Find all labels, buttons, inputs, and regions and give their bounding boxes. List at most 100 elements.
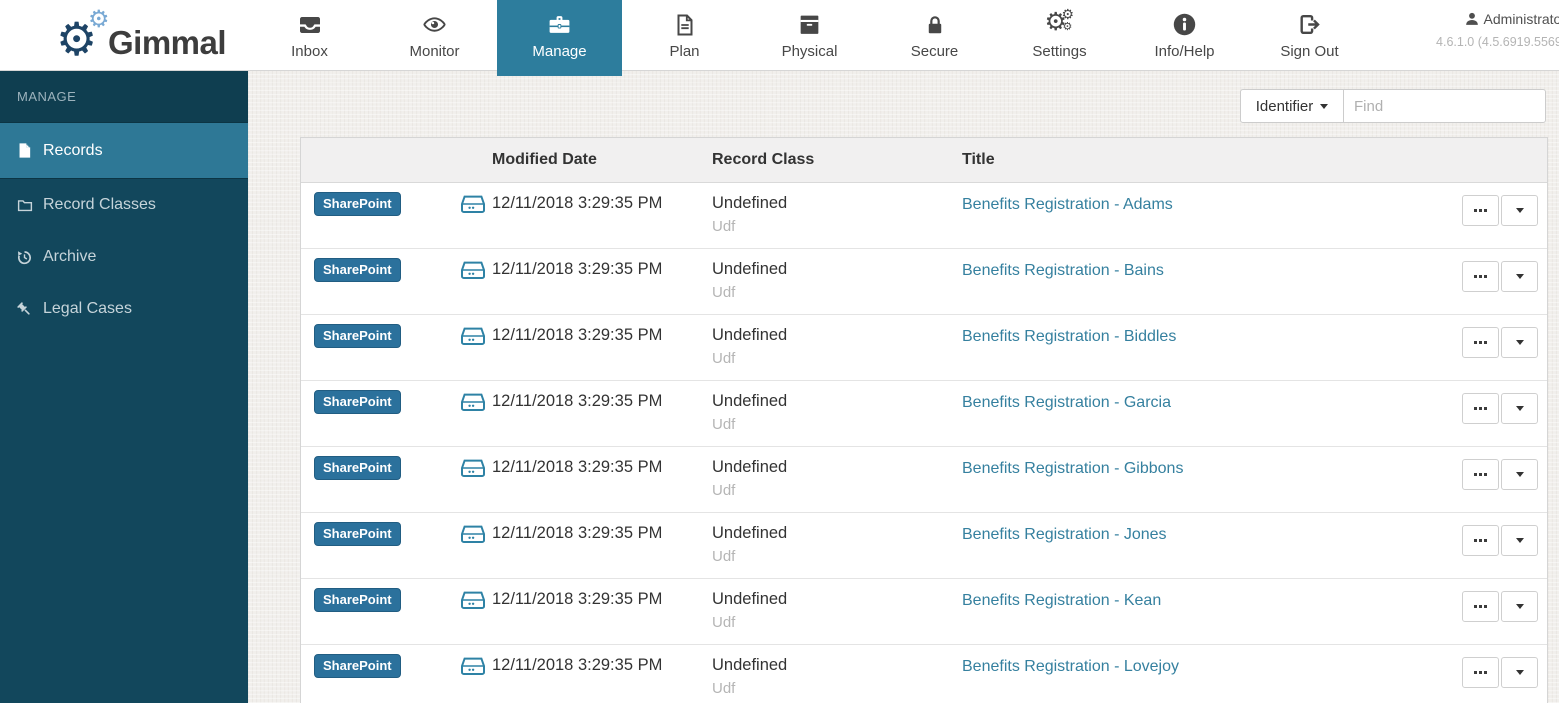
folder-icon [15, 197, 34, 214]
caret-down-icon [1515, 472, 1524, 477]
record-title-link[interactable]: Benefits Registration - Bains [962, 262, 1164, 280]
ellipsis-icon [1474, 671, 1487, 674]
row-dropdown-button[interactable] [1501, 327, 1538, 358]
row-actions [1462, 327, 1538, 358]
record-title-link[interactable]: Benefits Registration - Jones [962, 526, 1167, 544]
ellipsis-icon [1474, 275, 1487, 278]
lock-icon [924, 11, 946, 38]
nav-tab-settings[interactable]: ⚙ ⚙ ⚙ Settings [997, 0, 1122, 71]
nav-tab-label: Physical [781, 43, 838, 60]
table-row: SharePoint 12/11/2018 3:29:35 PM Undefin… [301, 513, 1547, 579]
record-class-code: Udf [712, 350, 736, 367]
caret-down-icon [1515, 406, 1524, 411]
record-title-link[interactable]: Benefits Registration - Garcia [962, 394, 1171, 412]
user-name-label: Administrator [1483, 11, 1559, 27]
row-more-button[interactable] [1462, 525, 1499, 556]
nav-tab-sign-out[interactable]: Sign Out [1247, 0, 1372, 71]
row-dropdown-button[interactable] [1501, 459, 1538, 490]
filter-field-dropdown[interactable]: Identifier [1240, 89, 1344, 123]
hdd-icon [460, 656, 486, 682]
main-nav: Inbox Monitor Manage Plan Physical Secur… [247, 0, 1372, 76]
nav-tab-label: Monitor [409, 43, 460, 60]
nav-tab-plan[interactable]: Plan [622, 0, 747, 71]
person-icon [1465, 12, 1479, 26]
modified-date: 12/11/2018 3:29:35 PM [492, 194, 663, 212]
table-row: SharePoint 12/11/2018 3:29:35 PM Undefin… [301, 645, 1547, 703]
gimmal-gear-icon: ⚙ ⚙ [56, 6, 110, 65]
briefcase-icon [546, 11, 573, 38]
row-actions [1462, 459, 1538, 490]
row-actions [1462, 657, 1538, 688]
table-row: SharePoint 12/11/2018 3:29:35 PM Undefin… [301, 579, 1547, 645]
hdd-icon [460, 590, 486, 616]
table-row: SharePoint 12/11/2018 3:29:35 PM Undefin… [301, 447, 1547, 513]
ellipsis-icon [1474, 407, 1487, 410]
gimmal-logo[interactable]: ⚙ ⚙ Gimmal [56, 6, 227, 65]
caret-down-icon [1515, 340, 1524, 345]
row-more-button[interactable] [1462, 591, 1499, 622]
row-dropdown-button[interactable] [1501, 195, 1538, 226]
row-dropdown-button[interactable] [1501, 525, 1538, 556]
caret-down-icon [1515, 274, 1524, 279]
table-row: SharePoint 12/11/2018 3:29:35 PM Undefin… [301, 183, 1547, 249]
nav-tab-secure[interactable]: Secure [872, 0, 997, 71]
row-actions [1462, 525, 1538, 556]
row-actions [1462, 195, 1538, 226]
row-dropdown-button[interactable] [1501, 393, 1538, 424]
record-title-link[interactable]: Benefits Registration - Kean [962, 592, 1161, 610]
row-more-button[interactable] [1462, 327, 1499, 358]
row-dropdown-button[interactable] [1501, 591, 1538, 622]
nav-tab-label: Secure [910, 43, 959, 60]
nav-tab-manage[interactable]: Manage [497, 0, 622, 76]
sidebar-item-record-classes[interactable]: Record Classes [0, 179, 248, 231]
row-actions [1462, 393, 1538, 424]
record-class-code: Udf [712, 416, 736, 433]
source-badge: SharePoint [314, 324, 401, 348]
sidebar-item-legal-cases[interactable]: Legal Cases [0, 283, 248, 335]
modified-date: 12/11/2018 3:29:35 PM [492, 326, 663, 344]
column-header-title: Title [962, 151, 995, 168]
nav-tab-inbox[interactable]: Inbox [247, 0, 372, 71]
row-more-button[interactable] [1462, 261, 1499, 292]
user-menu[interactable]: Administrator [1436, 11, 1559, 27]
record-title-link[interactable]: Benefits Registration - Adams [962, 196, 1173, 214]
hdd-icon [460, 194, 486, 220]
nav-tab-physical[interactable]: Physical [747, 0, 872, 71]
modified-date: 12/11/2018 3:29:35 PM [492, 458, 663, 476]
nav-tab-monitor[interactable]: Monitor [372, 0, 497, 71]
gears-icon: ⚙ ⚙ ⚙ [1044, 6, 1075, 36]
records-panel: Modified Date Record Class Title SharePo… [300, 137, 1548, 703]
row-dropdown-button[interactable] [1501, 657, 1538, 688]
find-input[interactable] [1343, 89, 1546, 123]
hdd-icon [460, 326, 486, 352]
row-more-button[interactable] [1462, 195, 1499, 226]
sidebar-item-label: Record Classes [43, 196, 156, 213]
record-class: Undefined [712, 194, 788, 212]
gavel-icon [15, 301, 34, 318]
record-title-link[interactable]: Benefits Registration - Biddles [962, 328, 1176, 346]
record-title-link[interactable]: Benefits Registration - Lovejoy [962, 658, 1179, 676]
table-row: SharePoint 12/11/2018 3:29:35 PM Undefin… [301, 381, 1547, 447]
document-icon [673, 11, 697, 38]
row-more-button[interactable] [1462, 459, 1499, 490]
record-class-code: Udf [712, 218, 736, 235]
row-actions [1462, 591, 1538, 622]
record-title-link[interactable]: Benefits Registration - Gibbons [962, 460, 1183, 478]
source-badge: SharePoint [314, 258, 401, 282]
record-class-code: Udf [712, 284, 736, 301]
hdd-icon [460, 392, 486, 418]
row-more-button[interactable] [1462, 393, 1499, 424]
source-badge: SharePoint [314, 654, 401, 678]
row-dropdown-button[interactable] [1501, 261, 1538, 292]
record-class: Undefined [712, 656, 788, 674]
nav-tab-info-help[interactable]: Info/Help [1122, 0, 1247, 71]
filter-field-label: Identifier [1255, 97, 1314, 115]
record-class-code: Udf [712, 680, 736, 697]
row-more-button[interactable] [1462, 657, 1499, 688]
table-row: SharePoint 12/11/2018 3:29:35 PM Undefin… [301, 249, 1547, 315]
caret-down-icon [1515, 670, 1524, 675]
modified-date: 12/11/2018 3:29:35 PM [492, 590, 663, 608]
row-actions [1462, 261, 1538, 292]
sidebar-item-archive[interactable]: Archive [0, 231, 248, 283]
sidebar-item-records[interactable]: Records [0, 123, 248, 179]
